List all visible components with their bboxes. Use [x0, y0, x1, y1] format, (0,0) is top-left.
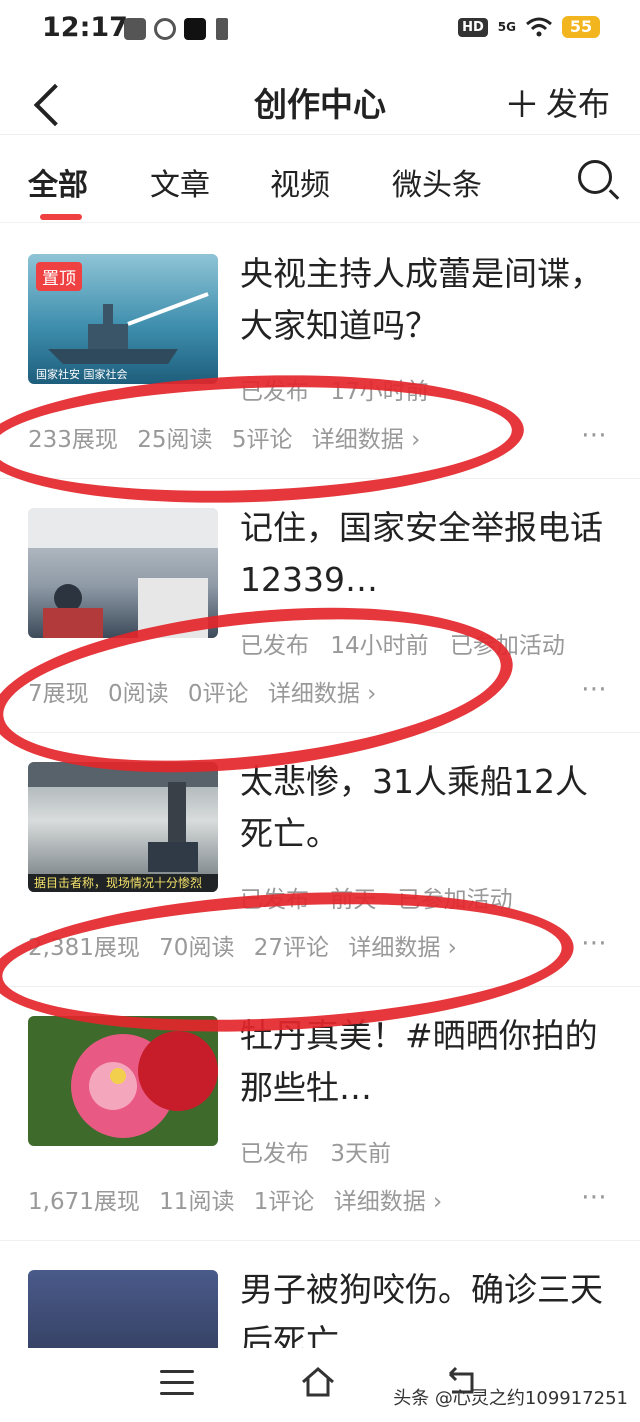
list-item[interactable]: 男子被狗咬伤。确诊三天后死亡 [0, 1240, 640, 1348]
watermark: 头条 @心灵之约109917251 [393, 1388, 628, 1409]
article-meta: 已发布 17小时前 [240, 372, 443, 406]
impressions-count: 2,381展现 [28, 935, 140, 961]
network-indicator: 5G [497, 20, 516, 34]
more-options-icon[interactable]: ⋯ [581, 928, 608, 958]
comments-count: 27评论 [253, 935, 330, 961]
publish-time: 前天 [330, 887, 377, 913]
article-thumbnail [28, 1016, 218, 1146]
hd-icon: HD [458, 17, 488, 37]
publish-status: 已发布 [240, 379, 309, 405]
list-item[interactable]: 记住，国家安全举报电话12339… 已发布 14小时前 已参加活动 7展现 0阅… [0, 478, 640, 733]
comments-count: 1评论 [253, 1189, 315, 1215]
reads-count: 70阅读 [159, 935, 235, 961]
article-title: 记住，国家安全举报电话12339… [240, 508, 603, 599]
article-title: 央视主持人成蕾是间谍，大家知道吗？ [240, 254, 603, 345]
reads-count: 25阅读 [137, 427, 213, 453]
small-battery-icon [216, 18, 228, 40]
article-meta: 已发布 14小时前 已参加活动 [240, 626, 579, 660]
publish-status: 已发布 [240, 1141, 309, 1167]
details-link[interactable]: 详细数据 › [268, 681, 377, 707]
impressions-count: 7展现 [28, 681, 89, 707]
page-header: 创作中心 ＋ 发布 [0, 62, 640, 135]
article-title: 太悲惨，31人乘船12人死亡。 [240, 762, 588, 853]
details-link[interactable]: 详细数据 › [348, 935, 457, 961]
details-link[interactable]: 详细数据 › [312, 427, 421, 453]
article-meta: 已发布 前天 已参加活动 [240, 880, 527, 914]
impressions-count: 233展现 [28, 427, 118, 453]
publish-button[interactable]: ＋ 发布 [504, 76, 610, 128]
link-icon [154, 18, 176, 40]
thumbnail-caption: 据目击者称，现场情况十分惨烈 [34, 875, 202, 890]
publish-time: 3天前 [330, 1141, 391, 1167]
tab-all[interactable]: 全部 [28, 160, 88, 204]
article-thumbnail: 国家社安 国家社会 置顶 [28, 254, 218, 384]
article-stats: 233展现 25阅读 5评论 详细数据 › [28, 420, 432, 454]
more-options-icon[interactable]: ⋯ [581, 674, 608, 704]
article-thumbnail: 据目击者称，现场情况十分惨烈 [28, 762, 218, 892]
list-item[interactable]: 国家社安 国家社会 置顶 央视主持人成蕾是间谍，大家知道吗？ 已发布 17小时前… [0, 224, 640, 479]
status-bar: 12:17 HD 5G 55 [0, 0, 640, 62]
tab-micro-posts[interactable]: 微头条 [392, 160, 482, 204]
list-item[interactable]: 牡丹真美！#晒晒你拍的那些牡… 已发布 3天前 1,671展现 11阅读 1评论… [0, 986, 640, 1241]
tab-articles[interactable]: 文章 [150, 160, 210, 204]
tab-videos[interactable]: 视频 [270, 160, 330, 204]
reads-count: 11阅读 [159, 1189, 235, 1215]
battery-indicator: 55 [562, 16, 600, 38]
wifi-icon [526, 17, 552, 37]
more-options-icon[interactable]: ⋯ [581, 420, 608, 450]
article-stats: 2,381展现 70阅读 27评论 详细数据 › [28, 928, 469, 962]
tiktok-icon [184, 18, 206, 40]
home-icon[interactable] [300, 1364, 336, 1400]
status-time: 12:17 [42, 12, 128, 43]
tab-bar: 全部 文章 视频 微头条 [0, 134, 640, 223]
publish-time: 17小时前 [330, 379, 429, 405]
plus-icon: ＋ [503, 85, 540, 126]
comments-count: 0评论 [187, 681, 249, 707]
more-options-icon[interactable]: ⋯ [581, 1182, 608, 1212]
pinned-badge: 置顶 [36, 262, 82, 291]
article-stats: 7展现 0阅读 0评论 详细数据 › [28, 674, 388, 708]
activity-status: 已参加活动 [449, 633, 565, 659]
active-tab-indicator [40, 214, 82, 220]
menu-icon[interactable] [160, 1370, 194, 1396]
activity-status: 已参加活动 [397, 887, 513, 913]
publish-status: 已发布 [240, 633, 309, 659]
thumbnail-caption: 国家社安 国家社会 [36, 367, 128, 381]
article-title: 男子被狗咬伤。确诊三天后死亡 [240, 1270, 603, 1348]
reads-count: 0阅读 [107, 681, 169, 707]
publish-time: 14小时前 [330, 633, 429, 659]
search-icon[interactable] [578, 160, 612, 194]
publish-status: 已发布 [240, 887, 309, 913]
people-image [28, 508, 218, 638]
toutiao-notification-icon [124, 18, 146, 40]
publish-label: 发布 [545, 85, 610, 123]
comments-count: 5评论 [231, 427, 293, 453]
impressions-count: 1,671展现 [28, 1189, 140, 1215]
article-meta: 已发布 3天前 [240, 1134, 405, 1168]
article-stats: 1,671展现 11阅读 1评论 详细数据 › [28, 1182, 454, 1216]
river-image: 据目击者称，现场情况十分惨烈 [28, 762, 218, 892]
article-title: 牡丹真美！#晒晒你拍的那些牡… [240, 1016, 598, 1107]
article-thumbnail [28, 508, 218, 638]
details-link[interactable]: 详细数据 › [334, 1189, 443, 1215]
article-thumbnail [28, 1270, 218, 1348]
list-item[interactable]: 据目击者称，现场情况十分惨烈 太悲惨，31人乘船12人死亡。 已发布 前天 已参… [0, 732, 640, 987]
peony-flower-image [71, 1031, 218, 1138]
